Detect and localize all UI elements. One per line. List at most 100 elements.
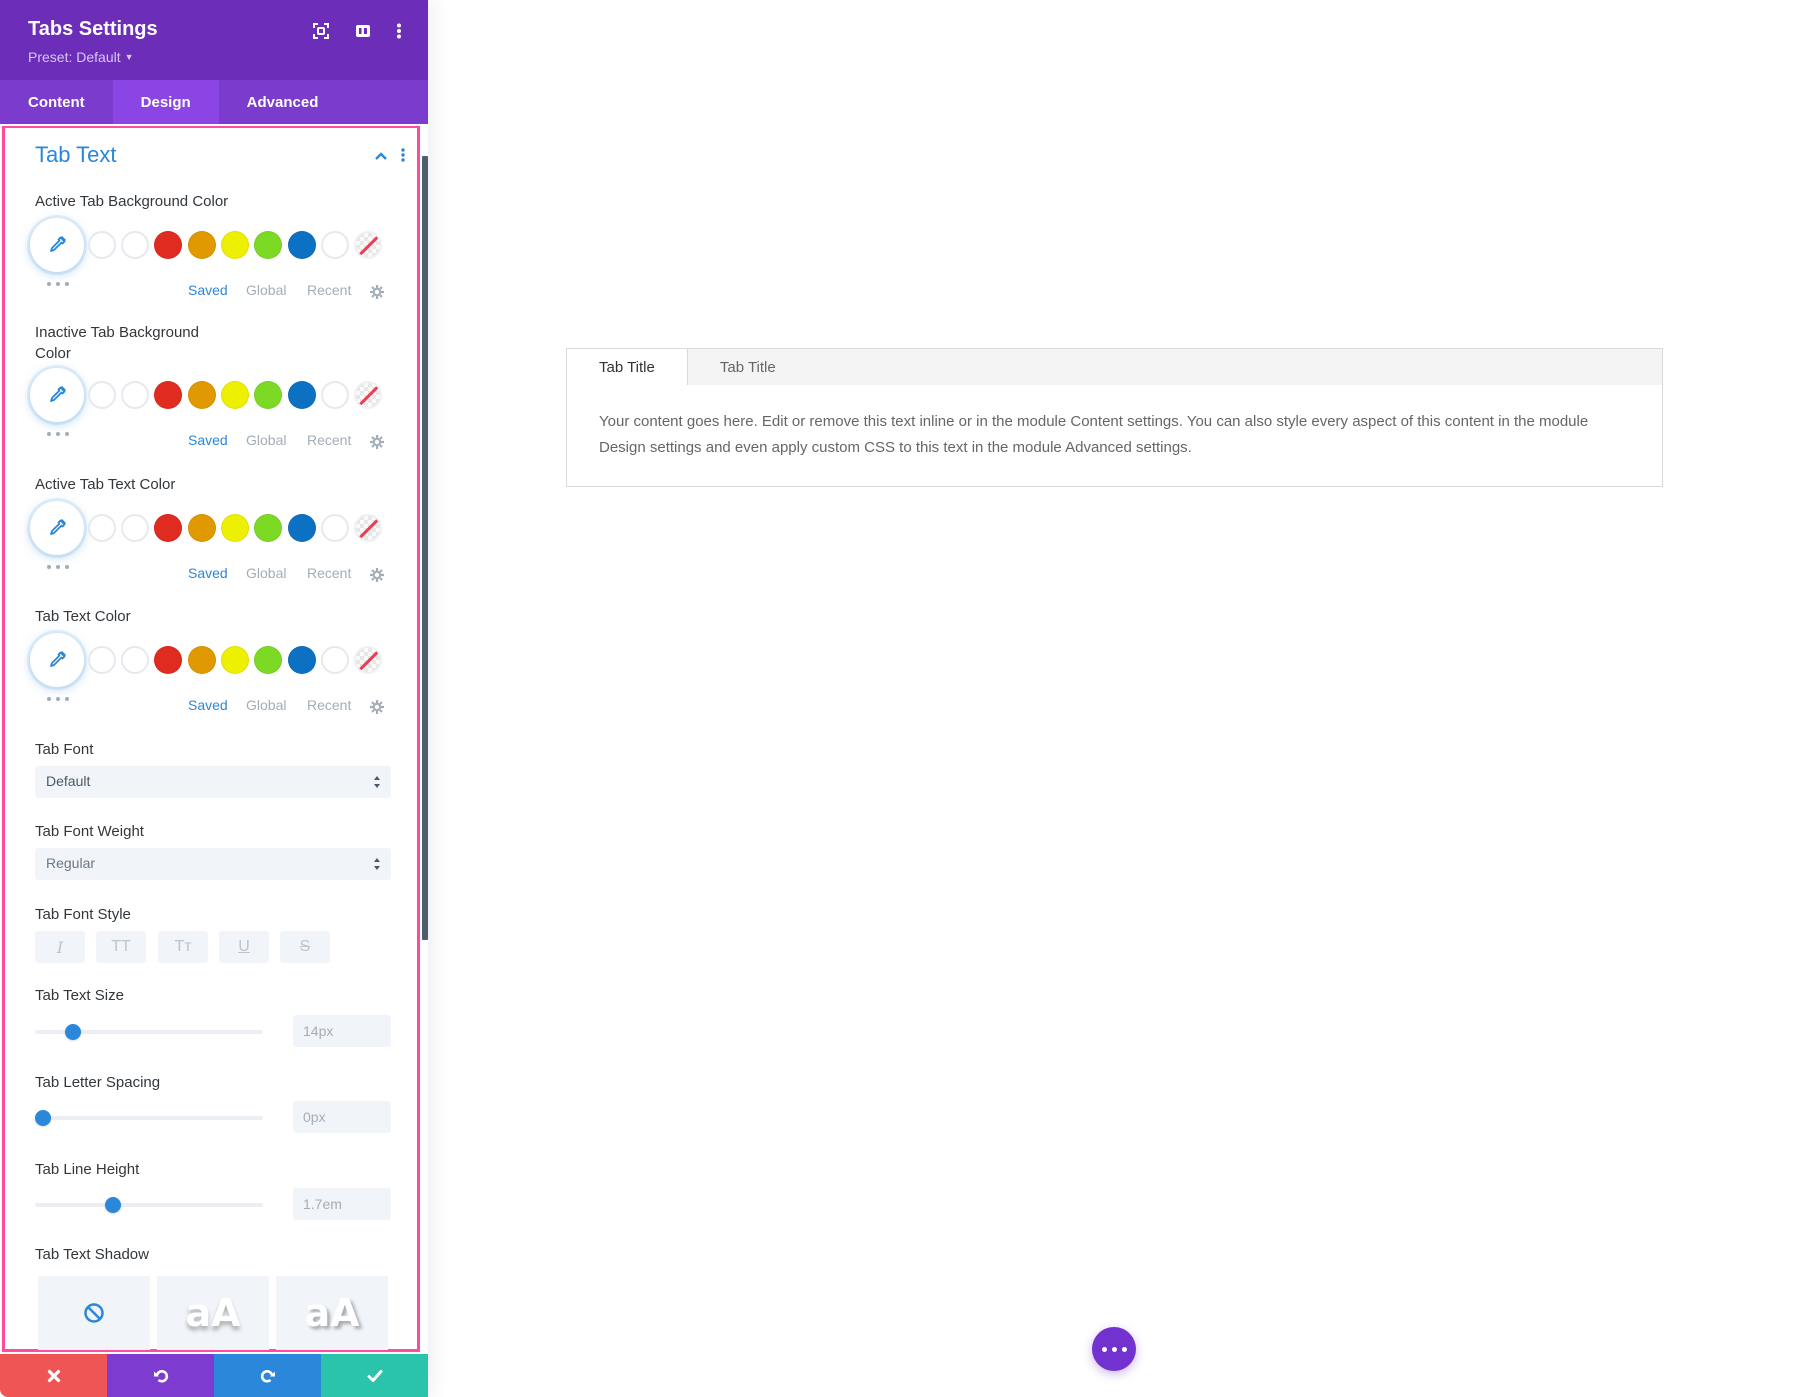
dot xyxy=(1121,1346,1127,1352)
tab-design[interactable]: Design xyxy=(112,80,219,124)
global-colors-tab[interactable]: Global xyxy=(246,432,286,448)
color-swatch[interactable] xyxy=(321,646,349,674)
chevron-up-icon[interactable] xyxy=(374,148,390,162)
tab-text-color-picker: Saved Global Recent xyxy=(5,633,417,714)
split-view-icon[interactable] xyxy=(352,20,374,42)
color-swatch[interactable] xyxy=(188,514,216,542)
recent-colors-tab[interactable]: Recent xyxy=(307,697,351,713)
undo-button[interactable] xyxy=(107,1354,214,1397)
panel-scrollbar[interactable] xyxy=(422,156,428,940)
color-swatch[interactable] xyxy=(254,231,282,259)
gear-icon[interactable] xyxy=(369,284,385,300)
tab-line-height-slider[interactable] xyxy=(35,1197,263,1213)
tab-text-size-slider[interactable] xyxy=(35,1024,263,1040)
uppercase-button[interactable]: TT xyxy=(96,931,146,963)
recent-colors-tab[interactable]: Recent xyxy=(307,282,351,298)
color-swatch[interactable] xyxy=(188,231,216,259)
color-swatch[interactable] xyxy=(321,381,349,409)
tab-content[interactable]: Content xyxy=(0,80,113,124)
tab-line-height-label: Tab Line Height xyxy=(35,1161,140,1178)
color-swatch[interactable] xyxy=(254,381,282,409)
color-swatch[interactable] xyxy=(121,381,149,409)
color-swatch[interactable] xyxy=(254,646,282,674)
eyedropper-button[interactable] xyxy=(30,368,84,422)
save-button[interactable] xyxy=(321,1354,428,1397)
color-swatch[interactable] xyxy=(88,514,116,542)
tab-line-height-input[interactable] xyxy=(293,1188,391,1220)
color-swatch[interactable] xyxy=(154,514,182,542)
slider-thumb[interactable] xyxy=(104,1197,121,1213)
shadow-preset-2-option[interactable]: aA xyxy=(276,1276,388,1350)
saved-colors-tab[interactable]: Saved xyxy=(188,282,228,298)
color-swatch[interactable] xyxy=(88,381,116,409)
no-color-swatch[interactable] xyxy=(354,514,382,542)
tab-letter-spacing-input[interactable] xyxy=(293,1101,391,1133)
tab-letter-spacing-slider[interactable] xyxy=(35,1110,263,1126)
preview-tab-2[interactable]: Tab Title xyxy=(688,349,808,385)
color-swatch[interactable] xyxy=(88,646,116,674)
saved-colors-tab[interactable]: Saved xyxy=(188,565,228,581)
color-swatch[interactable] xyxy=(321,231,349,259)
section-more-icon[interactable] xyxy=(401,148,407,164)
discard-button[interactable] xyxy=(0,1354,107,1397)
color-swatch[interactable] xyxy=(221,514,249,542)
color-swatch[interactable] xyxy=(288,381,316,409)
italic-button[interactable]: I xyxy=(35,931,85,963)
gear-icon[interactable] xyxy=(369,699,385,715)
tab-advanced[interactable]: Advanced xyxy=(219,80,347,124)
global-colors-tab[interactable]: Global xyxy=(246,282,286,298)
tab-font-label: Tab Font xyxy=(35,741,94,758)
color-swatch[interactable] xyxy=(221,646,249,674)
color-swatch[interactable] xyxy=(288,514,316,542)
no-color-swatch[interactable] xyxy=(354,231,382,259)
color-swatch[interactable] xyxy=(154,231,182,259)
more-options-icon[interactable] xyxy=(388,20,410,42)
color-swatch[interactable] xyxy=(221,231,249,259)
no-color-swatch[interactable] xyxy=(354,646,382,674)
tab-text-size-input[interactable] xyxy=(293,1015,391,1047)
no-color-swatch[interactable] xyxy=(354,381,382,409)
saved-colors-tab[interactable]: Saved xyxy=(188,432,228,448)
active-tab-text-color-label: Active Tab Text Color xyxy=(35,476,176,493)
tab-content-text[interactable]: Your content goes here. Edit or remove t… xyxy=(599,409,1639,461)
tab-font-select[interactable]: Default xyxy=(35,766,391,798)
saved-colors-tab[interactable]: Saved xyxy=(188,697,228,713)
tab-font-weight-select[interactable]: Regular xyxy=(35,848,391,880)
color-swatch[interactable] xyxy=(321,514,349,542)
page-settings-button[interactable] xyxy=(1092,1327,1136,1371)
global-colors-tab[interactable]: Global xyxy=(246,697,286,713)
gear-icon[interactable] xyxy=(369,567,385,583)
fullscreen-icon[interactable] xyxy=(310,20,332,42)
color-swatch[interactable] xyxy=(188,381,216,409)
eyedropper-button[interactable] xyxy=(30,633,84,687)
preview-tab-1[interactable]: Tab Title xyxy=(567,349,688,385)
color-swatch[interactable] xyxy=(121,231,149,259)
capitalize-button[interactable]: Tт xyxy=(158,931,208,963)
color-swatch[interactable] xyxy=(154,381,182,409)
color-swatch[interactable] xyxy=(154,646,182,674)
color-swatch[interactable] xyxy=(121,514,149,542)
strikethrough-button[interactable]: S xyxy=(280,931,330,963)
color-swatch[interactable] xyxy=(288,646,316,674)
gear-icon[interactable] xyxy=(369,434,385,450)
slider-thumb[interactable] xyxy=(35,1110,51,1126)
text-shadow-options: aA aA xyxy=(38,1276,394,1350)
eyedropper-button[interactable] xyxy=(30,218,84,272)
color-swatch[interactable] xyxy=(188,646,216,674)
color-swatch[interactable] xyxy=(221,381,249,409)
color-swatch[interactable] xyxy=(121,646,149,674)
slider-thumb[interactable] xyxy=(64,1024,81,1040)
color-swatch[interactable] xyxy=(254,514,282,542)
color-swatch[interactable] xyxy=(88,231,116,259)
global-colors-tab[interactable]: Global xyxy=(246,565,286,581)
recent-colors-tab[interactable]: Recent xyxy=(307,432,351,448)
eyedropper-icon xyxy=(50,518,67,535)
eyedropper-button[interactable] xyxy=(30,501,84,555)
shadow-preset-1-option[interactable]: aA xyxy=(157,1276,269,1350)
preset-dropdown[interactable]: Preset: Default ▼ xyxy=(28,49,134,65)
recent-colors-tab[interactable]: Recent xyxy=(307,565,351,581)
shadow-none-option[interactable] xyxy=(38,1276,150,1350)
redo-button[interactable] xyxy=(214,1354,321,1397)
color-swatch[interactable] xyxy=(288,231,316,259)
underline-button[interactable]: U xyxy=(219,931,269,963)
